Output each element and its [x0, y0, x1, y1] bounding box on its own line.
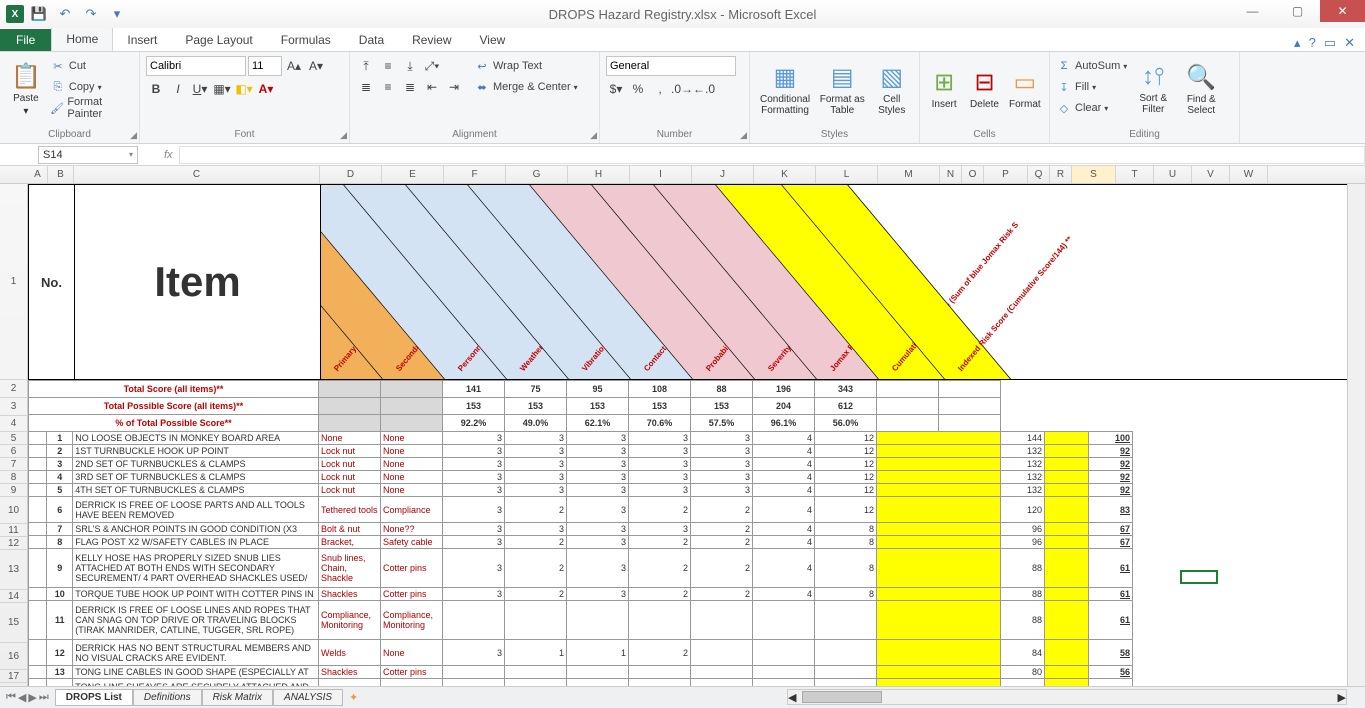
group-styles: ▦Conditional Formatting ▤Format as Table… — [750, 52, 920, 143]
row-headers[interactable]: 1234567891011121314151617181920212223242… — [0, 184, 28, 686]
quick-access-toolbar: X 💾 ↶ ↷ ▾ — [0, 3, 134, 25]
excel-icon: X — [6, 5, 24, 23]
align-center[interactable]: ≡ — [378, 77, 398, 97]
group-clipboard: 📋Paste▾ ✂Cut ⎘Copy▾ 🖌Format Painter Clip… — [0, 52, 140, 143]
tab-view[interactable]: View — [466, 29, 520, 51]
align-bottom[interactable]: ⤓ — [400, 56, 420, 76]
number-format[interactable] — [606, 56, 736, 76]
tab-home[interactable]: Home — [51, 27, 113, 51]
redo-button[interactable]: ↷ — [80, 3, 102, 25]
data-table[interactable]: Total Score (all items)**141759510888196… — [28, 380, 1133, 686]
sheet-tab-bar: ⏮ ◀ ▶ ⏭ DROPS ListDefinitionsRisk Matrix… — [0, 686, 1365, 708]
header-row: No. Item Primary Means of Securement**Se… — [28, 184, 1365, 380]
selected-cell — [1180, 570, 1218, 584]
maximize-button[interactable]: ▢ — [1275, 0, 1320, 22]
group-number: $▾ % , .0→ ←.0 Number◢ — [600, 52, 750, 143]
italic-button[interactable]: I — [168, 79, 188, 99]
align-top[interactable]: ⤒ — [356, 56, 376, 76]
group-cells: ⊞Insert ⊟Delete ▭Format Cells — [920, 52, 1050, 143]
font-color-button[interactable]: A▾ — [256, 79, 276, 99]
file-tab[interactable]: File — [0, 29, 51, 51]
workbook-close-icon[interactable]: ✕ — [1344, 35, 1355, 51]
orientation[interactable]: ⤢▾ — [422, 56, 442, 76]
group-font: A▴ A▾ B I U▾ ▦▾ ◧▾ A▾ Font◢ — [140, 52, 350, 143]
header-item: Item — [75, 185, 321, 379]
fill-button[interactable]: ↧Fill▾ — [1056, 77, 1127, 97]
tab-data[interactable]: Data — [345, 29, 398, 51]
sort-filter-button[interactable]: ↕⫯Sort & Filter — [1131, 56, 1175, 122]
font-size[interactable] — [248, 56, 282, 76]
qat-customize[interactable]: ▾ — [106, 3, 128, 25]
percent-button[interactable]: % — [628, 79, 648, 99]
group-alignment: ⤒≡⤓⤢▾ ≣≡≣⇤⇥ ↩Wrap Text ⬌Merge & Center▾ … — [350, 52, 600, 143]
sheet-tab-drops-list[interactable]: DROPS List — [55, 689, 133, 706]
sheet-nav-first[interactable]: ⏮ — [6, 691, 16, 704]
ribbon-tabs: File Home Insert Page Layout Formulas Da… — [0, 28, 1365, 52]
align-left[interactable]: ≣ — [356, 77, 376, 97]
header-no: No. — [29, 185, 75, 379]
new-sheet-button[interactable]: ✦ — [349, 691, 358, 704]
merge-center-button[interactable]: ⬌Merge & Center▾ — [474, 77, 578, 97]
shrink-font[interactable]: A▾ — [306, 56, 326, 76]
column-headers[interactable]: ABCDEFGHIJKLMNOPQRSTUVW — [0, 166, 1365, 184]
inc-decimal[interactable]: .0→ — [672, 79, 692, 99]
format-painter-button[interactable]: 🖌Format Painter — [50, 98, 133, 118]
cell-styles-button[interactable]: ▧Cell Styles — [870, 56, 913, 122]
name-box[interactable]: S14▾ — [38, 146, 138, 164]
dec-decimal[interactable]: ←.0 — [694, 79, 714, 99]
accounting-button[interactable]: $▾ — [606, 79, 626, 99]
font-name[interactable] — [146, 56, 246, 76]
group-editing: ΣAutoSum▾ ↧Fill▾ ◇Clear▾ ↕⫯Sort & Filter… — [1050, 52, 1240, 143]
bold-button[interactable]: B — [146, 79, 166, 99]
dec-indent[interactable]: ⇤ — [422, 77, 442, 97]
paste-button[interactable]: 📋Paste▾ — [6, 56, 46, 122]
tab-page-layout[interactable]: Page Layout — [171, 29, 266, 51]
tab-review[interactable]: Review — [398, 29, 465, 51]
ribbon: 📋Paste▾ ✂Cut ⎘Copy▾ 🖌Format Painter Clip… — [0, 52, 1365, 144]
align-right[interactable]: ≣ — [400, 77, 420, 97]
fill-color-button[interactable]: ◧▾ — [234, 79, 254, 99]
undo-button[interactable]: ↶ — [54, 3, 76, 25]
sheet-nav-prev[interactable]: ◀ — [18, 691, 26, 704]
wrap-text-button[interactable]: ↩Wrap Text — [474, 56, 578, 76]
find-select-button[interactable]: 🔍Find & Select — [1179, 56, 1223, 122]
clear-button[interactable]: ◇Clear▾ — [1056, 98, 1127, 118]
window-restore-icon[interactable]: ▭ — [1324, 35, 1336, 51]
formula-input[interactable] — [179, 146, 1365, 164]
align-middle[interactable]: ≡ — [378, 56, 398, 76]
grow-font[interactable]: A▴ — [284, 56, 304, 76]
sheet-nav-next[interactable]: ▶ — [28, 691, 36, 704]
comma-button[interactable]: , — [650, 79, 670, 99]
title-bar: X 💾 ↶ ↷ ▾ DROPS Hazard Registry.xlsx - M… — [0, 0, 1365, 28]
window-title: DROPS Hazard Registry.xlsx - Microsoft E… — [0, 7, 1365, 22]
copy-button[interactable]: ⎘Copy▾ — [50, 77, 133, 97]
close-button[interactable]: ✕ — [1320, 0, 1365, 22]
border-button[interactable]: ▦▾ — [212, 79, 232, 99]
inc-indent[interactable]: ⇥ — [444, 77, 464, 97]
cut-button[interactable]: ✂Cut — [50, 56, 133, 76]
format-table-button[interactable]: ▤Format as Table — [818, 56, 866, 122]
minimize-button[interactable]: — — [1230, 0, 1275, 22]
tab-insert[interactable]: Insert — [113, 29, 171, 51]
autosum-button[interactable]: ΣAutoSum▾ — [1056, 56, 1127, 76]
save-button[interactable]: 💾 — [28, 3, 50, 25]
delete-cells-button[interactable]: ⊟Delete — [966, 56, 1002, 122]
sheet-tab-definitions[interactable]: Definitions — [133, 689, 202, 706]
sheet-tab-risk-matrix[interactable]: Risk Matrix — [202, 689, 273, 706]
vertical-scrollbar[interactable] — [1347, 184, 1365, 686]
underline-button[interactable]: U▾ — [190, 79, 210, 99]
minimize-ribbon-icon[interactable]: ▴ — [1294, 35, 1301, 51]
horizontal-scrollbar[interactable]: ◀▶ — [787, 689, 1347, 705]
tab-formulas[interactable]: Formulas — [267, 29, 345, 51]
fx-icon[interactable]: fx — [164, 149, 173, 161]
help-icon[interactable]: ? — [1309, 35, 1316, 51]
sheet-nav-last[interactable]: ⏭ — [39, 691, 49, 704]
cond-format-button[interactable]: ▦Conditional Formatting — [756, 56, 814, 122]
formula-bar: S14▾ fx — [0, 144, 1365, 166]
insert-cells-button[interactable]: ⊞Insert — [926, 56, 962, 122]
format-cells-button[interactable]: ▭Format — [1007, 56, 1043, 122]
sheet-tab-analysis[interactable]: ANALYSIS — [273, 689, 343, 706]
worksheet-grid[interactable]: 1234567891011121314151617181920212223242… — [0, 184, 1365, 686]
